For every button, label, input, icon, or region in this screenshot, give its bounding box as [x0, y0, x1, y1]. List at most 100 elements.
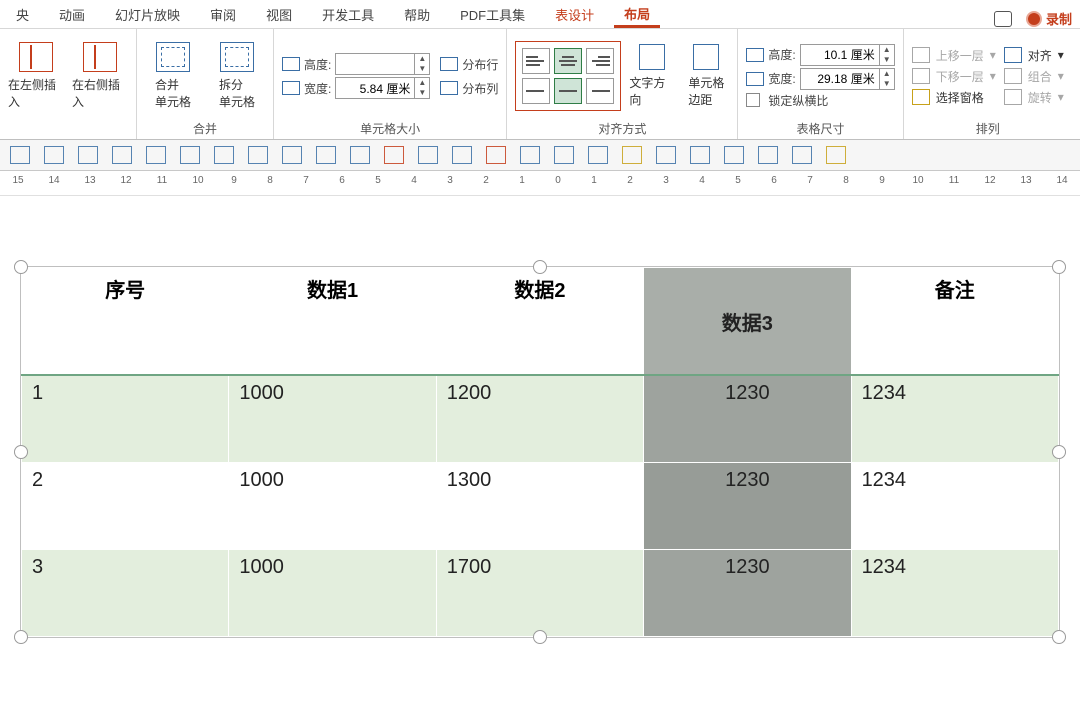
cell-margins-button[interactable]: 单元格 边距: [683, 44, 729, 108]
resize-handle[interactable]: [533, 260, 547, 274]
align-top-right[interactable]: [586, 48, 614, 74]
slide-canvas[interactable]: 序号数据1数据2数据3备注 11000120012301234210001300…: [0, 196, 1080, 668]
qat-icon[interactable]: [248, 146, 268, 164]
comments-icon[interactable]: [994, 11, 1012, 27]
tab-0[interactable]: 央: [6, 1, 39, 28]
distribute-rows-button[interactable]: 分布行: [440, 56, 498, 73]
rotate-button[interactable]: 旋转▾: [1004, 89, 1064, 106]
qat-icon[interactable]: [622, 146, 642, 164]
qat-icon[interactable]: [758, 146, 778, 164]
qat-icon[interactable]: [316, 146, 336, 164]
ruler-tick: 9: [879, 175, 885, 186]
tab-3[interactable]: 审阅: [200, 1, 246, 28]
qat-icon[interactable]: [452, 146, 472, 164]
table-cell[interactable]: 1234: [851, 463, 1058, 550]
table-header[interactable]: 备注: [851, 268, 1058, 376]
tab-8[interactable]: 表设计: [545, 1, 604, 28]
distribute-cols-button[interactable]: 分布列: [440, 80, 498, 97]
align-top-center[interactable]: [554, 48, 582, 74]
lock-aspect-checkbox[interactable]: 锁定纵横比: [746, 92, 894, 109]
data-table[interactable]: 序号数据1数据2数据3备注 11000120012301234210001300…: [21, 267, 1059, 637]
horizontal-ruler[interactable]: 1514131211109876543210123456789101112131…: [0, 171, 1080, 196]
merge-cells-button[interactable]: 合并 单元格: [145, 42, 201, 110]
bring-forward-button[interactable]: 上移一层▾: [912, 47, 996, 64]
table-width-input[interactable]: ▲▼: [800, 68, 895, 90]
table-header[interactable]: 数据3: [644, 268, 851, 376]
resize-handle[interactable]: [533, 630, 547, 644]
align-button[interactable]: 对齐▾: [1004, 47, 1064, 64]
tab-6[interactable]: 帮助: [394, 1, 440, 28]
qat-icon[interactable]: [554, 146, 574, 164]
table-cell[interactable]: 1234: [851, 375, 1058, 463]
tab-9[interactable]: 布局: [614, 0, 660, 28]
resize-handle[interactable]: [1052, 445, 1066, 459]
table-header[interactable]: 数据1: [229, 268, 436, 376]
table-header[interactable]: 序号: [22, 268, 229, 376]
selection-pane-button[interactable]: 选择窗格: [912, 89, 996, 106]
tab-2[interactable]: 幻灯片放映: [105, 1, 190, 28]
resize-handle[interactable]: [1052, 260, 1066, 274]
split-cells-button[interactable]: 拆分 单元格: [209, 42, 265, 110]
resize-handle[interactable]: [14, 445, 28, 459]
qat-icon[interactable]: [690, 146, 710, 164]
tab-5[interactable]: 开发工具: [312, 1, 384, 28]
record-dot-icon: [1026, 11, 1042, 27]
table-cell[interactable]: 1234: [851, 550, 1058, 637]
insert-right-button[interactable]: 在右侧插入: [72, 42, 128, 110]
table-cell[interactable]: 2: [22, 463, 229, 550]
align-mid-left[interactable]: [522, 78, 550, 104]
cell-height-input[interactable]: ▲▼: [335, 53, 430, 75]
tab-7[interactable]: PDF工具集: [450, 1, 535, 28]
qat-icon[interactable]: [146, 146, 166, 164]
table-cell[interactable]: 1230: [644, 375, 851, 463]
table-cell[interactable]: 1200: [436, 375, 643, 463]
table-cell[interactable]: 1000: [229, 375, 436, 463]
table-cell[interactable]: 3: [22, 550, 229, 637]
table-header[interactable]: 数据2: [436, 268, 643, 376]
selected-table[interactable]: 序号数据1数据2数据3备注 11000120012301234210001300…: [20, 266, 1060, 638]
cell-width-input[interactable]: ▲▼: [335, 77, 430, 99]
tab-1[interactable]: 动画: [49, 1, 95, 28]
resize-handle[interactable]: [14, 630, 28, 644]
qat-icon[interactable]: [792, 146, 812, 164]
qat-icon[interactable]: [588, 146, 608, 164]
record-button[interactable]: 录制: [1026, 9, 1072, 28]
table-height-input[interactable]: ▲▼: [800, 44, 895, 66]
qat-icon[interactable]: [418, 146, 438, 164]
table-row[interactable]: 21000130012301234: [22, 463, 1059, 550]
table-cell[interactable]: 1700: [436, 550, 643, 637]
qat-icon[interactable]: [656, 146, 676, 164]
qat-icon[interactable]: [44, 146, 64, 164]
qat-font-color-icon[interactable]: [486, 146, 506, 164]
align-mid-right[interactable]: [586, 78, 614, 104]
align-top-left[interactable]: [522, 48, 550, 74]
table-cell[interactable]: 1230: [644, 463, 851, 550]
table-row[interactable]: 31000170012301234: [22, 550, 1059, 637]
qat-icon[interactable]: [520, 146, 540, 164]
qat-icon[interactable]: [724, 146, 744, 164]
qat-icon[interactable]: [282, 146, 302, 164]
qat-icon[interactable]: [78, 146, 98, 164]
table-cell[interactable]: 1300: [436, 463, 643, 550]
group-button[interactable]: 组合▾: [1004, 68, 1064, 85]
table-row[interactable]: 11000120012301234: [22, 375, 1059, 463]
qat-icon[interactable]: [112, 146, 132, 164]
table-cell[interactable]: 1230: [644, 550, 851, 637]
table-cell[interactable]: 1000: [229, 463, 436, 550]
qat-icon[interactable]: [214, 146, 234, 164]
align-mid-center[interactable]: [554, 78, 582, 104]
text-direction-button[interactable]: 文字方向: [629, 44, 675, 108]
qat-icon[interactable]: [384, 146, 404, 164]
insert-left-button[interactable]: 在左侧插入: [8, 42, 64, 110]
qat-icon[interactable]: [10, 146, 30, 164]
tab-4[interactable]: 视图: [256, 1, 302, 28]
send-backward-button[interactable]: 下移一层▾: [912, 68, 996, 85]
resize-handle[interactable]: [14, 260, 28, 274]
table-cell[interactable]: 1000: [229, 550, 436, 637]
resize-handle[interactable]: [1052, 630, 1066, 644]
tabs-right: 录制: [994, 9, 1080, 28]
qat-icon[interactable]: [350, 146, 370, 164]
qat-icon[interactable]: [180, 146, 200, 164]
qat-icon[interactable]: [826, 146, 846, 164]
table-cell[interactable]: 1: [22, 375, 229, 463]
